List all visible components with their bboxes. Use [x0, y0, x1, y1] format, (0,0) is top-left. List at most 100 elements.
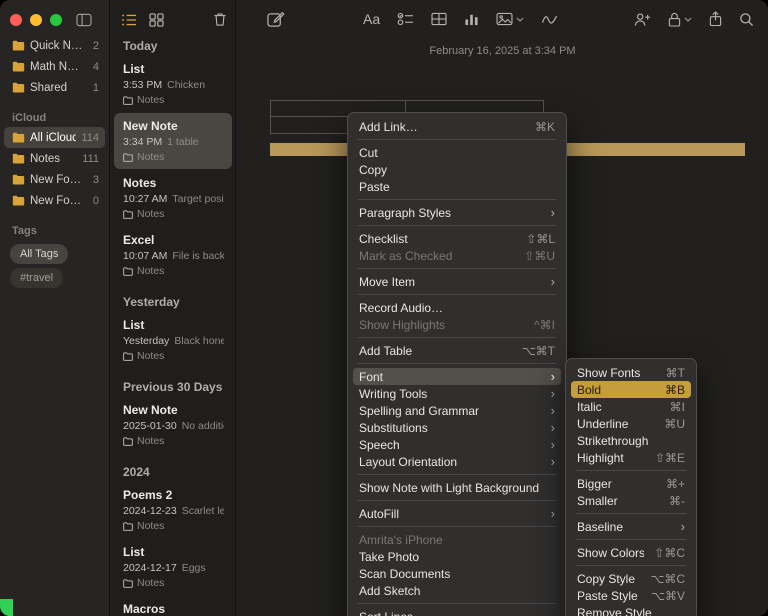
- search-icon[interactable]: [739, 12, 754, 27]
- close-button[interactable]: [10, 14, 22, 26]
- media-menu[interactable]: [496, 12, 524, 26]
- menu-item-bold[interactable]: Bold ⌘B: [571, 381, 691, 398]
- add-people-icon[interactable]: [634, 12, 651, 27]
- note-date: February 16, 2025 at 3:34 PM: [429, 45, 576, 57]
- note-list: Today List 3:53 PM Chicken Notes New Note…: [111, 0, 236, 616]
- list-view-icon[interactable]: [121, 13, 137, 27]
- sidebar-item-new-folder-2[interactable]: New Fo… 0: [4, 190, 105, 211]
- sidebar-item-math-notes[interactable]: Math N… 4: [4, 56, 105, 77]
- gallery-view-icon[interactable]: [149, 12, 164, 27]
- menu-item-font[interactable]: Font ›: [353, 368, 561, 385]
- note-list-item[interactable]: Excel 10:07 AMFile is backsto Notes: [114, 227, 232, 283]
- menu-separator: [576, 513, 686, 514]
- menu-item-copy[interactable]: Copy: [353, 161, 561, 178]
- note-list-item[interactable]: New Note 2025-01-30No additio Notes: [114, 397, 232, 453]
- sidebar-item-shared[interactable]: Shared 1: [4, 77, 105, 98]
- menu-item-remove-style[interactable]: Remove Style: [571, 604, 691, 616]
- menu-item-paste-style[interactable]: Paste Style ⌥⌘V: [571, 587, 691, 604]
- menu-item-smaller[interactable]: Smaller ⌘-: [571, 492, 691, 509]
- menu-item-shortcut: ⌘B: [664, 382, 685, 397]
- menu-item-label: Remove Style: [577, 605, 652, 616]
- sidebar-item-label: New Fo…: [30, 173, 82, 186]
- sidebar-item-notes[interactable]: Notes 111: [4, 148, 105, 169]
- note-list-item[interactable]: Macros 2024-11-17Record ma Notes: [114, 596, 232, 616]
- menu-item-scan-documents[interactable]: Scan Documents: [353, 565, 561, 582]
- menu-item-writing-tools[interactable]: Writing Tools ›: [353, 385, 561, 402]
- menu-item-autofill[interactable]: AutoFill ›: [353, 505, 561, 522]
- tag-all-tags[interactable]: All Tags: [10, 244, 69, 264]
- menu-item-speech[interactable]: Speech ›: [353, 436, 561, 453]
- menu-item-baseline[interactable]: Baseline ›: [571, 518, 691, 535]
- menu-separator: [576, 539, 686, 540]
- checklist-icon[interactable]: [397, 12, 414, 26]
- menu-item-paragraph-styles[interactable]: Paragraph Styles ›: [353, 204, 561, 221]
- chevron-down-icon: [516, 17, 524, 22]
- delete-note-icon[interactable]: [213, 12, 227, 27]
- menu-item-shortcut: ⇧⌘L: [526, 231, 555, 246]
- notes-window: Quick N… 2 Math N… 4 Shared 1 iCloud All…: [0, 0, 768, 616]
- format-text-icon[interactable]: Aa: [363, 11, 380, 27]
- menu-item-copy-style[interactable]: Copy Style ⌥⌘C: [571, 570, 691, 587]
- menu-separator: [358, 526, 556, 527]
- menu-item-bigger[interactable]: Bigger ⌘+: [571, 475, 691, 492]
- table-icon[interactable]: [431, 12, 447, 26]
- tag-travel[interactable]: #travel: [10, 268, 64, 288]
- sidebar-item-label: Math N…: [30, 60, 79, 73]
- folder-icon: [12, 40, 25, 51]
- menu-item-spelling-and-grammar[interactable]: Spelling and Grammar ›: [353, 402, 561, 419]
- menu-item-highlight[interactable]: Highlight ⇧⌘E: [571, 449, 691, 466]
- menu-item-substitutions[interactable]: Substitutions ›: [353, 419, 561, 436]
- markup-icon[interactable]: [541, 12, 558, 26]
- menu-item-italic[interactable]: Italic ⌘I: [571, 398, 691, 415]
- zoom-button[interactable]: [50, 14, 62, 26]
- menu-separator: [358, 363, 556, 364]
- menu-item-label: Show Fonts: [577, 365, 641, 380]
- menu-item-add-sketch[interactable]: Add Sketch: [353, 582, 561, 599]
- menu-item-show-note-with-light-background[interactable]: Show Note with Light Background: [353, 479, 561, 496]
- menu-item-show-highlights: Show Highlights ^⌘I: [353, 316, 561, 333]
- sidebar-item-quick-notes[interactable]: Quick N… 2: [4, 35, 105, 56]
- lock-menu[interactable]: [668, 12, 692, 27]
- folder-icon: [12, 174, 25, 185]
- menu-item-record-audio[interactable]: Record Audio…: [353, 299, 561, 316]
- minimize-button[interactable]: [30, 14, 42, 26]
- chart-icon[interactable]: [464, 12, 479, 26]
- note-title: Macros: [123, 602, 166, 616]
- note-list-item[interactable]: List 3:53 PM Chicken Notes: [114, 56, 232, 112]
- menu-item-add-table[interactable]: Add Table ⌥⌘T: [353, 342, 561, 359]
- menu-item-underline[interactable]: Underline ⌘U: [571, 415, 691, 432]
- menu-item-cut[interactable]: Cut: [353, 144, 561, 161]
- note-preview: YesterdayBlack honey: [123, 335, 224, 347]
- share-icon[interactable]: [709, 11, 722, 27]
- note-list-item[interactable]: Poems 2 2024-12-23 Scarlet let Notes: [114, 482, 232, 538]
- menu-item-label: Amrita's iPhone: [359, 532, 443, 547]
- menu-item-shortcut: ⌘U: [664, 416, 685, 431]
- menu-item-sort-lines[interactable]: Sort Lines: [353, 608, 561, 616]
- note-preview: 3:53 PM Chicken: [123, 79, 206, 91]
- menu-item-checklist[interactable]: Checklist ⇧⌘L: [353, 230, 561, 247]
- toggle-sidebar-icon[interactable]: [76, 13, 92, 27]
- menu-item-take-photo[interactable]: Take Photo: [353, 548, 561, 565]
- menu-item-layout-orientation[interactable]: Layout Orientation ›: [353, 453, 561, 470]
- menu-item-move-item[interactable]: Move Item ›: [353, 273, 561, 290]
- note-list-item[interactable]: List YesterdayBlack honey Notes: [114, 312, 232, 368]
- sidebar-item-count: 114: [81, 131, 99, 144]
- menu-item-add-link[interactable]: Add Link… ⌘K: [353, 118, 561, 135]
- note-list-item[interactable]: List 2024-12-17 Eggs Notes: [114, 539, 232, 595]
- menu-item-label: Paste Style: [577, 588, 638, 603]
- menu-item-strikethrough[interactable]: Strikethrough: [571, 432, 691, 449]
- menu-item-show-colors[interactable]: Show Colors ⇧⌘C: [571, 544, 691, 561]
- sidebar-item-count: 3: [92, 173, 99, 186]
- folder-icon: [123, 436, 133, 446]
- menu-item-paste[interactable]: Paste: [353, 178, 561, 195]
- new-note-icon[interactable]: [267, 11, 285, 28]
- sidebar-item-new-folder-1[interactable]: New Fo… 3: [4, 169, 105, 190]
- note-list-item-selected[interactable]: New Note 3:34 PM 1 table Notes: [114, 113, 232, 169]
- menu-separator: [358, 603, 556, 604]
- window-controls: [0, 0, 109, 35]
- shared-folder-icon: [12, 82, 25, 93]
- menu-item-label: Copy Style: [577, 571, 636, 586]
- sidebar-item-all-icloud[interactable]: All iCloud 114: [4, 127, 105, 148]
- note-list-item[interactable]: Notes 10:27 AMTarget positic Notes: [114, 170, 232, 226]
- menu-item-show-fonts[interactable]: Show Fonts ⌘T: [571, 364, 691, 381]
